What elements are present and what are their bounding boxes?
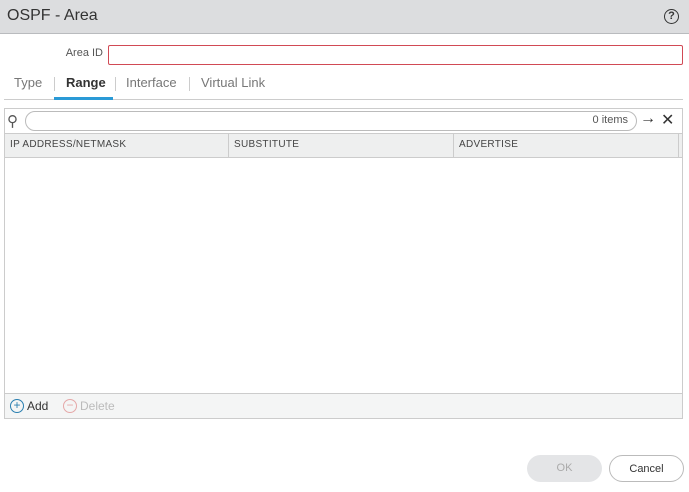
delete-label: Delete: [80, 399, 115, 413]
column-header-ip-address[interactable]: IP ADDRESS/NETMASK: [10, 139, 126, 150]
add-button[interactable]: + Add: [10, 399, 48, 413]
tab-separator: [54, 77, 55, 91]
delete-button[interactable]: − Delete: [63, 399, 115, 413]
area-id-input[interactable]: [108, 45, 683, 65]
area-id-label: Area ID: [65, 47, 103, 59]
search-input[interactable]: [25, 111, 637, 131]
column-separator: [453, 134, 454, 157]
dialog-title-bar: [0, 0, 689, 34]
tab-separator: [115, 77, 116, 91]
dialog-title: OSPF - Area: [7, 7, 98, 24]
column-separator: [228, 134, 229, 157]
plus-circle-icon: +: [10, 399, 24, 413]
add-label: Add: [27, 399, 49, 413]
column-header-substitute[interactable]: SUBSTITUTE: [234, 139, 299, 150]
active-tab-indicator: [54, 97, 113, 100]
apply-filter-icon[interactable]: →: [640, 110, 656, 128]
tab-type[interactable]: Type: [14, 75, 42, 90]
search-icon: ⚲: [7, 113, 18, 130]
item-count: 0 items: [592, 114, 628, 126]
column-separator: [678, 134, 679, 157]
tab-range[interactable]: Range: [66, 75, 106, 90]
help-icon[interactable]: ?: [664, 9, 679, 24]
ok-button[interactable]: OK: [527, 455, 602, 482]
column-header-advertise[interactable]: ADVERTISE: [459, 139, 518, 150]
cancel-button[interactable]: Cancel: [609, 455, 684, 482]
tab-interface[interactable]: Interface: [126, 75, 177, 90]
minus-circle-icon: −: [63, 399, 77, 413]
clear-filter-icon[interactable]: ✕: [661, 110, 674, 130]
tab-virtual-link[interactable]: Virtual Link: [201, 75, 265, 90]
tab-separator: [189, 77, 190, 91]
